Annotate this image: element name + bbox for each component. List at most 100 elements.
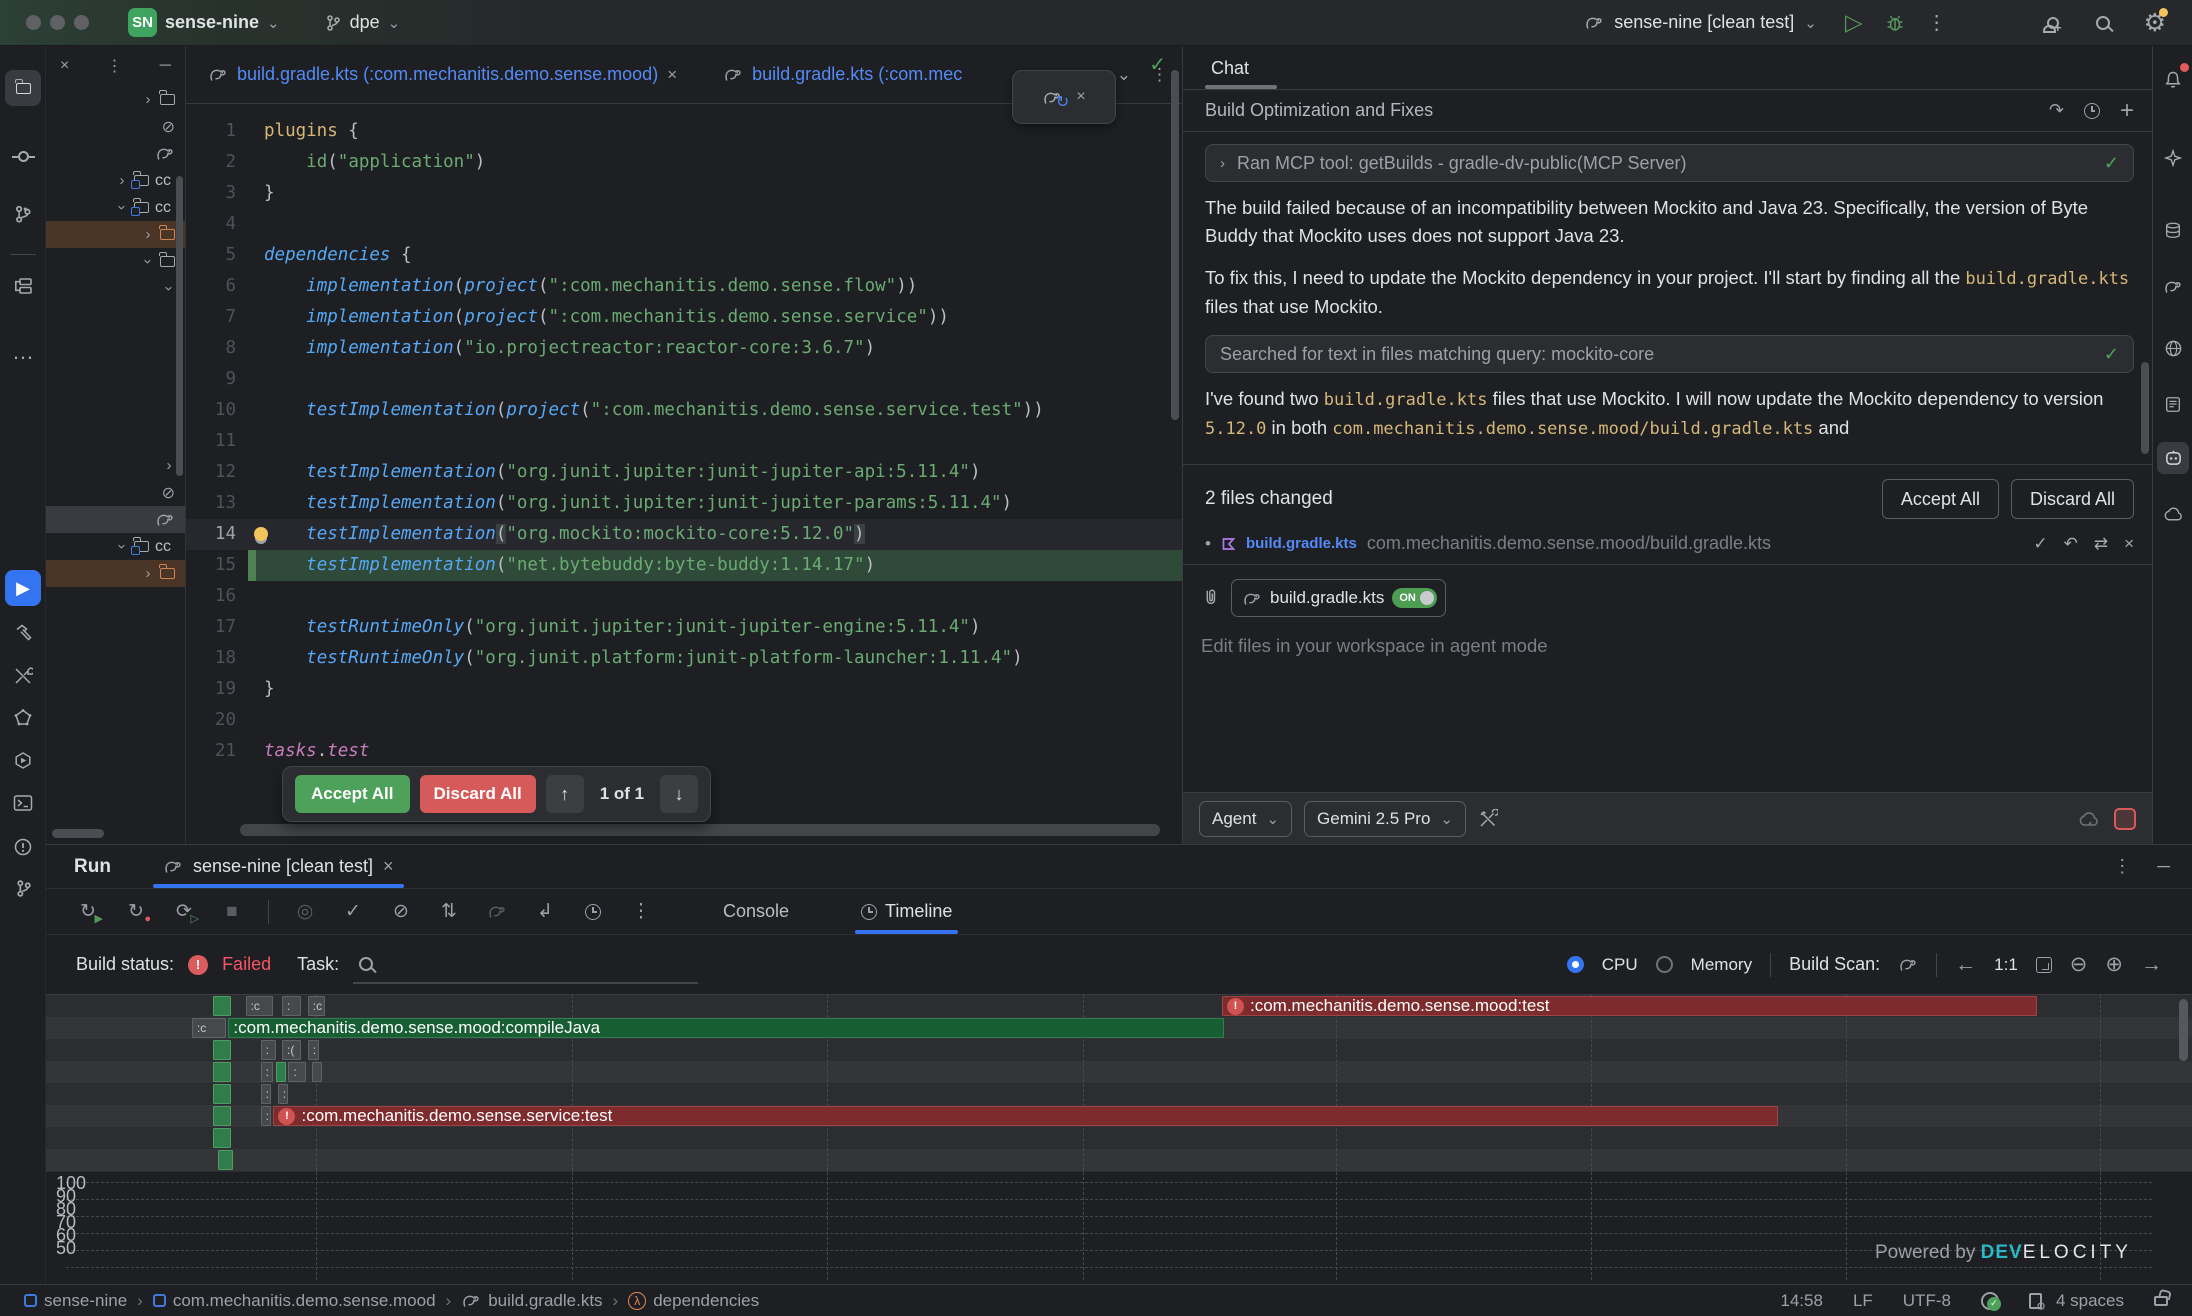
project-tree-item[interactable]: › (46, 86, 185, 113)
documentation-button[interactable] (2157, 388, 2189, 420)
project-tree-item[interactable]: ›cc (46, 533, 185, 560)
project-tree-item[interactable] (46, 506, 185, 533)
timeline-task-bar[interactable]: !:com.mechanitis.demo.sense.service:test (273, 1106, 1777, 1126)
accept-file-icon[interactable]: ✓ (2033, 534, 2047, 554)
new-chat-icon[interactable]: + (2120, 97, 2134, 125)
resume-button[interactable]: ⟳▷ (172, 900, 196, 923)
chip-toggle[interactable]: ON (1392, 588, 1437, 608)
scroll-right-icon[interactable]: → (2141, 953, 2162, 977)
vcs-branch-widget[interactable]: dpe ⌄ (324, 12, 401, 33)
code-line[interactable]: 11 (186, 426, 1182, 457)
inspections-ok-icon[interactable]: ✓ (1149, 52, 1166, 77)
timeline-task-bar[interactable]: : (288, 1062, 305, 1082)
project-tree-item[interactable] (46, 140, 185, 167)
discard-all-button[interactable]: Discard All (420, 775, 536, 813)
timeline-task-bar[interactable] (213, 996, 230, 1016)
code-line[interactable]: 7 implementation(project(":com.mechaniti… (186, 302, 1182, 333)
panel-options-icon[interactable]: ⋮ (107, 56, 123, 76)
timeline-task-bar[interactable]: : (282, 996, 301, 1016)
chat-input-placeholder[interactable]: Edit files in your workspace in agent mo… (1201, 635, 2134, 657)
mode-selector[interactable]: Agent ⌄ (1199, 801, 1292, 837)
services-tool-button[interactable] (5, 743, 41, 779)
run-configuration-selector[interactable]: sense-nine [clean test] ⌄ (1584, 12, 1817, 33)
code-line[interactable]: 14 testImplementation("org.mockito:mocki… (186, 519, 1182, 550)
window-zoom-button[interactable] (74, 15, 89, 30)
import-results-button[interactable]: ↲ (533, 900, 557, 923)
gradle-button[interactable] (2157, 270, 2189, 302)
tree-chevron-icon[interactable]: › (114, 541, 131, 553)
tool-run-card[interactable]: › Ran MCP tool: getBuilds - gradle-dv-pu… (1205, 144, 2134, 182)
vcs-tool-button[interactable] (5, 196, 41, 232)
memory-radio[interactable] (1656, 956, 1673, 973)
code-line[interactable]: 13 testImplementation("org.junit.jupiter… (186, 488, 1182, 519)
window-close-button[interactable] (26, 15, 41, 30)
context-file-chip[interactable]: build.gradle.kts ON (1231, 579, 1446, 617)
build-scan-gradle-icon[interactable] (1898, 957, 1918, 972)
tree-chevron-icon[interactable]: › (142, 565, 154, 582)
cloud-tools-button[interactable] (2157, 498, 2189, 530)
zoom-in-icon[interactable]: ⊕ (2105, 952, 2123, 977)
timeline-task-bar[interactable] (213, 1106, 230, 1126)
code-line[interactable]: 8 implementation("io.projectreactor:reac… (186, 333, 1182, 364)
previous-change-button[interactable]: ↑ (546, 775, 584, 813)
project-tree-item[interactable]: › (46, 248, 185, 275)
code-line[interactable]: 16 (186, 581, 1182, 612)
tools-tool-button[interactable] (5, 658, 41, 694)
code-with-me-button[interactable] (2043, 13, 2056, 33)
changed-file-row[interactable]: • build.gradle.kts com.mechanitis.demo.s… (1205, 533, 2134, 554)
open-diff-icon[interactable]: ⇄ (2094, 534, 2108, 554)
editor-vertical-scrollbar[interactable] (1171, 70, 1179, 420)
code-line[interactable]: 17 testRuntimeOnly("org.junit.jupiter:ju… (186, 612, 1182, 643)
timeline-task-bar[interactable] (213, 1128, 230, 1148)
project-tree-item[interactable]: › (46, 452, 185, 479)
notifications-button[interactable] (2157, 64, 2189, 96)
timeline-task-bar[interactable]: !:com.mechanitis.demo.sense.mood:test (1222, 996, 2037, 1016)
zoom-out-icon[interactable]: ⊖ (2070, 952, 2088, 977)
line-ending[interactable]: LF (1853, 1291, 1873, 1311)
history-icon[interactable] (2084, 103, 2100, 119)
indent-widget[interactable]: 4 spaces (2029, 1291, 2124, 1311)
problems-tool-button[interactable] (5, 829, 41, 865)
code-line[interactable]: 6 implementation(project(":com.mechaniti… (186, 271, 1182, 302)
hide-panel-icon[interactable]: ─ (160, 57, 171, 75)
timeline-task-bar[interactable] (213, 1084, 230, 1104)
tree-chevron-icon[interactable]: › (116, 172, 128, 189)
tree-chevron-icon[interactable]: › (142, 91, 154, 108)
timeline-task-bar[interactable]: : (261, 1106, 272, 1126)
file-encoding[interactable]: UTF-8 (1903, 1291, 1951, 1311)
task-filter-input[interactable] (353, 946, 698, 984)
accept-all-button[interactable]: Accept All (1882, 479, 1999, 519)
accept-all-button[interactable]: Accept All (295, 775, 410, 813)
scroll-left-icon[interactable]: ← (1955, 953, 1976, 977)
collapse-all-icon[interactable]: × (60, 57, 69, 75)
timeline-task-bar[interactable]: : (308, 1040, 319, 1060)
code-line[interactable]: 21tasks.test (186, 736, 1182, 767)
stop-button[interactable]: ■ (220, 901, 244, 923)
code-line[interactable]: 5dependencies { (186, 240, 1182, 271)
project-tree-hscrollbar[interactable] (52, 829, 104, 838)
code-line[interactable]: 18 testRuntimeOnly("org.junit.platform:j… (186, 643, 1182, 674)
tab-timeline[interactable]: Timeline (855, 889, 958, 934)
rerun-button[interactable]: ↻▶ (76, 900, 100, 923)
editor-horizontal-scrollbar[interactable] (240, 824, 1160, 836)
timeline-task-bar[interactable]: :com.mechanitis.demo.sense.mood:compileJ… (228, 1018, 1224, 1038)
project-widget[interactable]: SN sense-nine ⌄ (128, 8, 280, 37)
ignore-button[interactable]: ⊘ (389, 900, 413, 923)
chat-scrollbar[interactable] (2141, 362, 2149, 454)
ai-assistant-button[interactable] (2157, 142, 2189, 174)
code-line[interactable]: 20 (186, 705, 1182, 736)
sort-button[interactable]: ⇅ (437, 900, 461, 923)
timeline-task-bar[interactable] (213, 1040, 230, 1060)
timeline-task-bar[interactable]: : (278, 1084, 289, 1104)
tab-console[interactable]: Console (717, 889, 795, 934)
breadcrumb-module[interactable]: com.mechanitis.demo.sense.mood (153, 1291, 436, 1311)
endpoints-button[interactable] (2157, 332, 2189, 364)
search-everywhere-button[interactable] (2096, 16, 2110, 30)
discard-all-button[interactable]: Discard All (2011, 479, 2134, 519)
tree-chevron-icon[interactable]: › (114, 202, 131, 214)
terminal-tool-button[interactable] (5, 785, 41, 821)
gradle-settings-button[interactable] (485, 904, 509, 919)
tree-chevron-icon[interactable]: › (163, 457, 175, 474)
timeline-task-bar[interactable] (218, 1150, 233, 1170)
close-icon[interactable]: × (667, 65, 677, 85)
